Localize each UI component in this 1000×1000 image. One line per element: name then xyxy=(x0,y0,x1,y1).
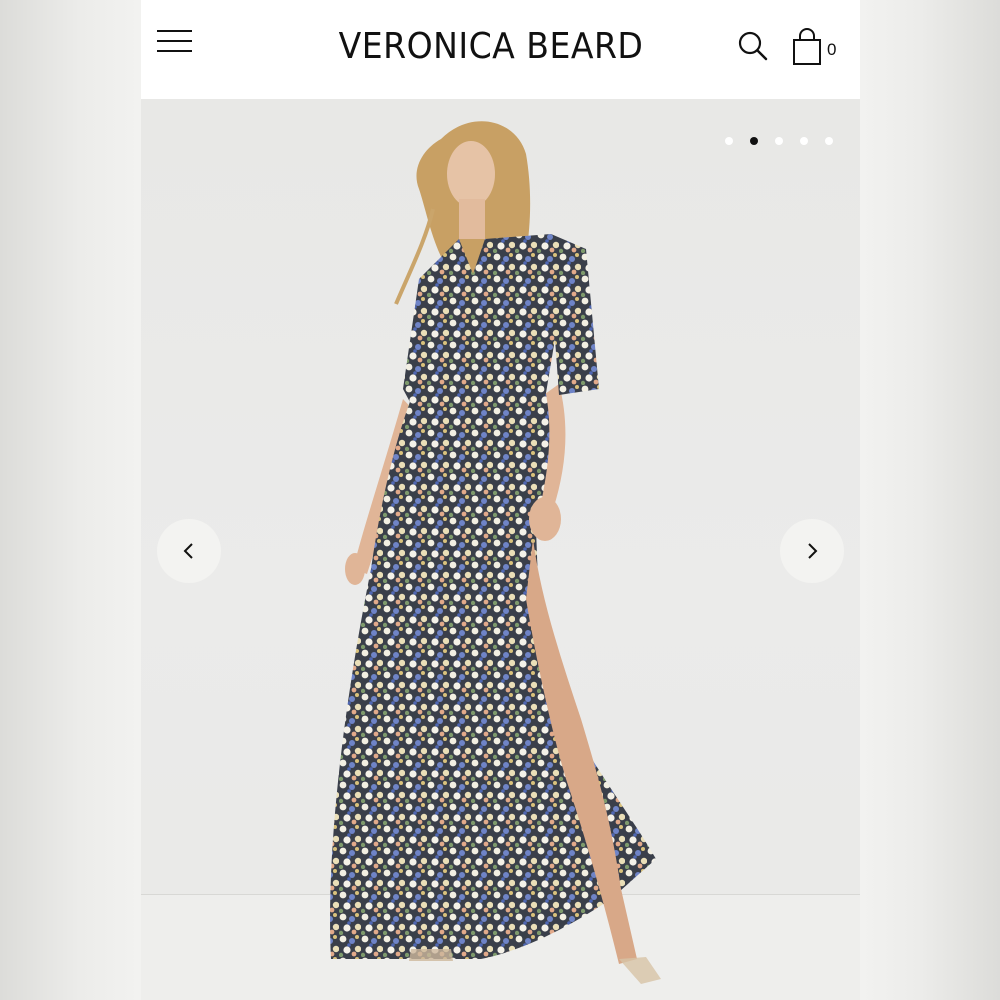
carousel-dot[interactable] xyxy=(775,137,783,145)
cart-count: 0 xyxy=(827,40,837,59)
carousel-dot-active[interactable] xyxy=(750,137,758,145)
mobile-page: VERONICA BEARD 0 xyxy=(141,0,860,1000)
previous-image-button[interactable] xyxy=(157,519,221,583)
site-header: VERONICA BEARD 0 xyxy=(141,0,860,99)
carousel-pagination xyxy=(725,137,833,145)
brand-logo[interactable]: VERONICA BEARD xyxy=(325,26,656,67)
carousel-dot[interactable] xyxy=(825,137,833,145)
search-icon xyxy=(738,31,768,61)
product-image-carousel[interactable] xyxy=(141,99,860,1000)
chevron-left-icon xyxy=(183,543,193,559)
carousel-dot[interactable] xyxy=(725,137,733,145)
menu-line xyxy=(157,30,192,32)
menu-line xyxy=(157,50,192,52)
menu-line xyxy=(157,40,192,42)
shopping-bag-icon xyxy=(793,28,821,65)
search-button[interactable] xyxy=(737,30,769,62)
hamburger-menu-button[interactable] xyxy=(157,28,193,56)
product-photo xyxy=(330,121,661,984)
next-image-button[interactable] xyxy=(780,519,844,583)
cart-button[interactable]: 0 xyxy=(791,28,843,68)
carousel-dot[interactable] xyxy=(800,137,808,145)
chevron-right-icon xyxy=(808,543,818,559)
